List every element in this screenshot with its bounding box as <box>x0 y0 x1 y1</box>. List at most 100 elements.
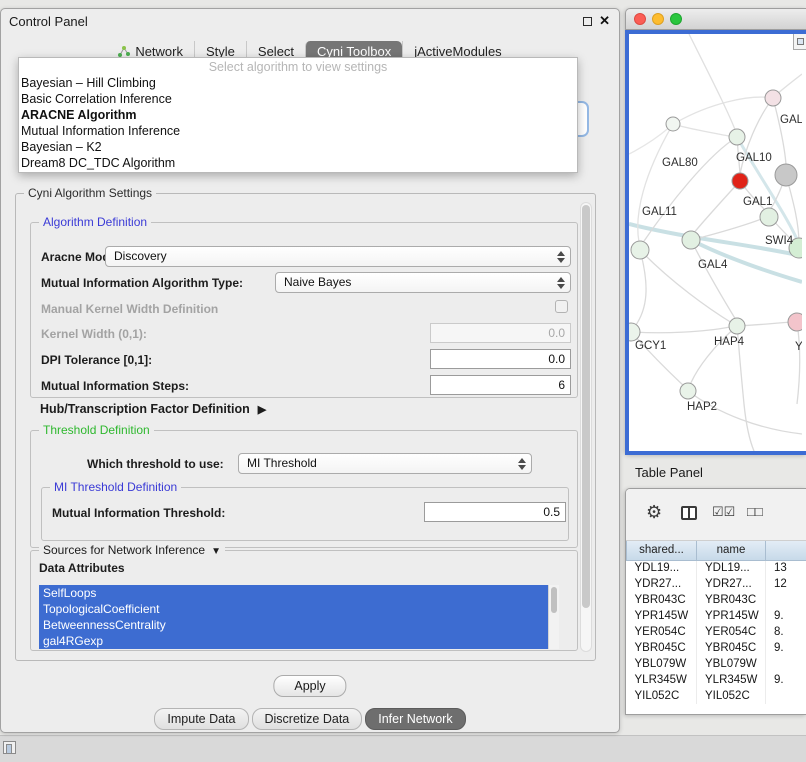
attribute-item-betweennesscentrality[interactable]: BetweennessCentrality <box>39 617 548 633</box>
attribute-item-topologicalcoefficient[interactable]: TopologicalCoefficient <box>39 601 548 617</box>
sources-title[interactable]: Sources for Network Inference▼ <box>39 543 225 557</box>
network-node[interactable] <box>788 313 802 331</box>
table-row[interactable]: YBR043CYBR043C <box>627 592 806 608</box>
table-cell: YPR145W <box>627 608 697 624</box>
zoom-traffic-light-icon[interactable] <box>670 13 682 25</box>
bottom-tab-discretize-data[interactable]: Discretize Data <box>252 708 363 730</box>
aracne-mode-select[interactable]: Discovery <box>105 246 571 267</box>
dropdown-item-aracne-algorithm[interactable]: ARACNE Algorithm <box>19 107 577 123</box>
network-edge[interactable] <box>699 216 769 238</box>
network-node[interactable] <box>666 117 680 131</box>
close-traffic-light-icon[interactable] <box>634 13 646 25</box>
gear-icon[interactable]: ⚙ <box>646 502 662 522</box>
network-node[interactable] <box>729 129 745 145</box>
network-edge[interactable] <box>693 181 740 234</box>
table-row[interactable]: YLR345WYLR345W9. <box>627 672 806 688</box>
network-edge[interactable] <box>773 98 786 165</box>
table-body: YDL19...YDL19...13YDR27...YDR27...12YBR0… <box>627 560 806 704</box>
table-cell: 9. <box>766 640 806 656</box>
attribute-item-selfloops[interactable]: SelfLoops <box>39 585 548 601</box>
dpi-tolerance-field[interactable]: 0.0 <box>430 349 571 369</box>
which-threshold-select[interactable]: MI Threshold <box>238 453 532 474</box>
network-edge[interactable] <box>642 137 737 244</box>
minimize-traffic-light-icon[interactable] <box>652 13 664 25</box>
network-node[interactable] <box>729 318 745 334</box>
mi-algorithm-type-label: Mutual Information Algorithm Type: <box>41 276 243 290</box>
select-all-checkboxes-icon[interactable]: ☑☑ <box>712 504 735 520</box>
close-icon[interactable]: ✕ <box>599 13 610 29</box>
attribute-item-gal4rgexp[interactable]: gal4RGexp <box>39 633 548 649</box>
mi-algorithm-type-select[interactable]: Naive Bayes <box>275 272 571 293</box>
sources-title-label: Sources for Network Inference <box>43 543 205 557</box>
network-node[interactable] <box>765 90 781 106</box>
column-header[interactable]: shared... <box>627 541 697 560</box>
scrollbar-thumb[interactable] <box>582 205 590 608</box>
network-node[interactable] <box>629 323 640 341</box>
network-view-window: GAL80GAL10GAL11GAL1SWI4GAL4GCY1HAP4HAP2G… <box>625 8 806 455</box>
float-panel-icon[interactable] <box>583 17 592 26</box>
network-edge[interactable] <box>633 327 730 333</box>
table-row[interactable]: YER054CYER054C8. <box>627 624 806 640</box>
network-node[interactable] <box>732 173 748 189</box>
network-window-titlebar[interactable] <box>625 8 806 30</box>
group-title: MI Threshold Definition <box>50 480 181 494</box>
apply-button[interactable]: Apply <box>273 675 346 697</box>
network-edge[interactable] <box>677 97 773 122</box>
table-row[interactable]: YPR145WYPR145W9. <box>627 608 806 624</box>
dropdown-item-bayesian-k2[interactable]: Bayesian – K2 <box>19 139 577 155</box>
column-header[interactable] <box>766 541 806 560</box>
restore-panel-icon[interactable] <box>3 741 16 754</box>
settings-scrollbar[interactable] <box>580 202 592 652</box>
cyni-algorithm-settings-group: Cyni Algorithm Settings Algorithm Defini… <box>15 193 596 661</box>
table-cell: YIL052C <box>697 688 766 704</box>
dropdown-item-basic-correlation-inference[interactable]: Basic Correlation Inference <box>19 91 577 107</box>
mi-threshold-field[interactable]: 0.5 <box>424 502 566 522</box>
combo-value: Naive Bayes <box>284 275 351 289</box>
network-node[interactable] <box>682 231 700 249</box>
column-selector-icon[interactable] <box>681 506 697 520</box>
algorithm-definition-group: Algorithm Definition Aracne Mode: Discov… <box>30 222 578 398</box>
birds-eye-toggle-icon[interactable] <box>793 34 806 50</box>
table-cell: YBL079W <box>627 656 697 672</box>
dropdown-item-mutual-information-inference[interactable]: Mutual Information Inference <box>19 123 577 139</box>
table-row[interactable]: YBR045CYBR045C9. <box>627 640 806 656</box>
mi-steps-field[interactable]: 6 <box>430 375 571 395</box>
network-edge[interactable] <box>633 250 646 329</box>
table-toolbar: ⚙ ☑☑ □□ <box>626 489 806 541</box>
table-cell: YBR045C <box>627 640 697 656</box>
mi-threshold-definition-group: MI Threshold Definition Mutual Informati… <box>41 487 569 541</box>
deselect-all-checkboxes-icon[interactable]: □□ <box>747 504 763 519</box>
list-scrollbar[interactable] <box>548 585 559 649</box>
table-row[interactable]: YDL19...YDL19...13 <box>627 560 806 576</box>
dropdown-item-dream8-dc-tdc-algorithm[interactable]: Dream8 DC_TDC Algorithm <box>19 155 577 171</box>
table-row[interactable]: YDR27...YDR27...12 <box>627 576 806 592</box>
column-header[interactable]: name <box>697 541 766 560</box>
node-label-y: Y <box>795 341 802 353</box>
data-attributes-list[interactable]: SelfLoopsTopologicalCoefficientBetweenne… <box>39 585 559 649</box>
manual-kernel-width-checkbox[interactable] <box>555 300 568 313</box>
table-row[interactable]: YBL079WYBL079W <box>627 656 806 672</box>
node-label-gal10: GAL10 <box>736 152 772 164</box>
dropdown-item-bayesian-hill-climbing[interactable]: Bayesian – Hill Climbing <box>19 75 577 91</box>
network-edge[interactable] <box>689 34 736 132</box>
table-cell: YER054C <box>697 624 766 640</box>
table-cell: YLR345W <box>627 672 697 688</box>
hub-transcription-factor-section[interactable]: Hub/Transcription Factor Definition▶ <box>40 402 266 416</box>
which-threshold-label: Which threshold to use: <box>87 457 224 471</box>
network-canvas-svg: GAL80GAL10GAL11GAL1SWI4GAL4GCY1HAP4HAP2G… <box>629 34 802 455</box>
network-node[interactable] <box>760 208 778 226</box>
network-node[interactable] <box>680 383 696 399</box>
bottom-tab-infer-network[interactable]: Infer Network <box>365 708 465 730</box>
kernel-width-field[interactable]: 0.0 <box>430 323 571 343</box>
network-node[interactable] <box>775 164 797 186</box>
network-node[interactable] <box>631 241 649 259</box>
table-row[interactable]: YIL052CYIL052C <box>627 688 806 704</box>
network-edge[interactable] <box>673 124 729 136</box>
network-canvas[interactable]: GAL80GAL10GAL11GAL1SWI4GAL4GCY1HAP4HAP2G… <box>625 30 806 455</box>
status-bar <box>0 735 806 762</box>
network-edge[interactable] <box>797 322 800 404</box>
network-edge[interactable] <box>690 326 737 385</box>
combo-value: Discovery <box>114 249 167 263</box>
bottom-tab-impute-data[interactable]: Impute Data <box>154 708 248 730</box>
chevron-updown-icon <box>557 277 565 289</box>
